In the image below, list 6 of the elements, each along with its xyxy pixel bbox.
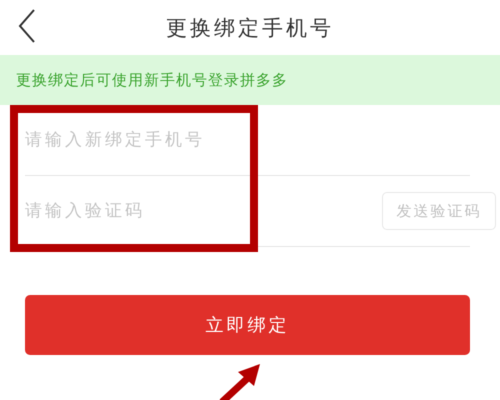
bind-now-button[interactable]: 立即绑定 (25, 295, 470, 355)
notice-text: 更换绑定后可使用新手机号登录拼多多 (16, 70, 288, 90)
code-input-field[interactable]: 请输入验证码 (25, 201, 382, 221)
back-icon[interactable] (18, 8, 36, 44)
phone-input-field[interactable]: 请输入新绑定手机号 (25, 130, 470, 150)
page-title: 更换绑定手机号 (166, 14, 334, 42)
